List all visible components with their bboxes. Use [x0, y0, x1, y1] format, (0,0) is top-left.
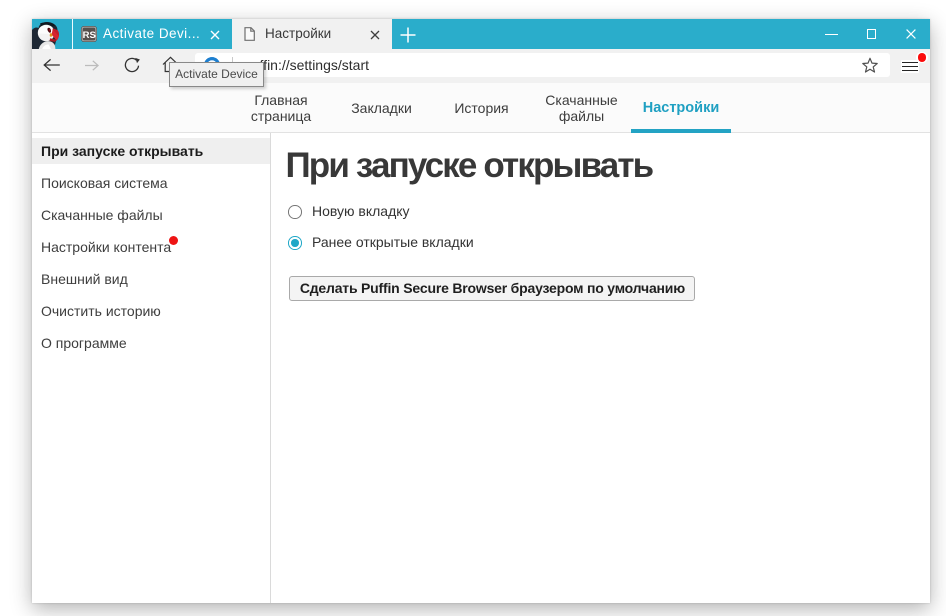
svg-text:RS: RS [83, 30, 96, 41]
